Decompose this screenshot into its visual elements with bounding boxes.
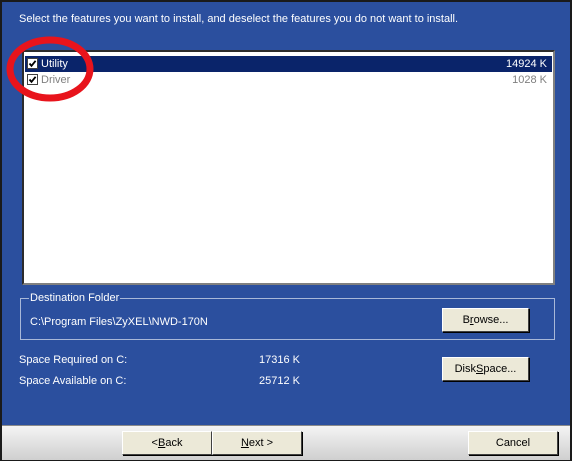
disk-space-label-end: pace... [483,363,517,375]
feature-checkbox-utility[interactable] [27,58,38,69]
feature-checkbox-driver[interactable] [27,74,38,85]
space-available-value: 25712 K [259,375,300,387]
checkmark-icon [28,60,37,68]
feature-name: Driver [41,74,71,86]
disk-space-button[interactable]: Disk Space... [442,357,529,381]
back-label-end: ack [165,437,183,449]
back-button[interactable]: < Back [122,431,212,455]
instruction-text: Select the features you want to install,… [19,13,459,25]
next-label-end: ext > [248,437,274,449]
space-required-label: Space Required on C: [19,354,128,366]
browse-button[interactable]: Br owse... [442,308,529,332]
wizard-navigation-bar: < Back Next > Cancel [2,425,570,460]
space-available-label: Space Available on C: [19,375,127,387]
disk-space-mnemonic: S [476,363,484,375]
space-required-value: 17316 K [259,354,300,366]
feature-list[interactable]: Utility 14924 K Driver 1028 K [22,50,555,285]
cancel-label: Cancel [495,437,531,449]
feature-size: 1028 K [512,74,547,86]
feature-selection-dialog: Select the features you want to install,… [0,0,572,461]
screenshot-stage: Select the features you want to install,… [0,0,576,465]
next-button[interactable]: Next > [212,431,302,455]
destination-path: C:\Program Files\ZyXEL\NWD-170N [30,316,208,328]
feature-row-driver[interactable]: Driver 1028 K [25,72,552,88]
browse-label-start: B [462,314,470,326]
back-mnemonic: B [157,437,166,449]
browse-label-end: owse... [473,314,509,326]
feature-row-utility[interactable]: Utility 14924 K [25,56,552,72]
checkmark-icon [28,76,37,84]
feature-size: 14924 K [506,58,547,70]
next-mnemonic: N [240,437,249,449]
cancel-button[interactable]: Cancel [468,431,558,455]
disk-space-label-start: Disk [454,363,476,375]
feature-name: Utility [41,58,68,70]
destination-folder-legend: Destination Folder [29,292,121,304]
